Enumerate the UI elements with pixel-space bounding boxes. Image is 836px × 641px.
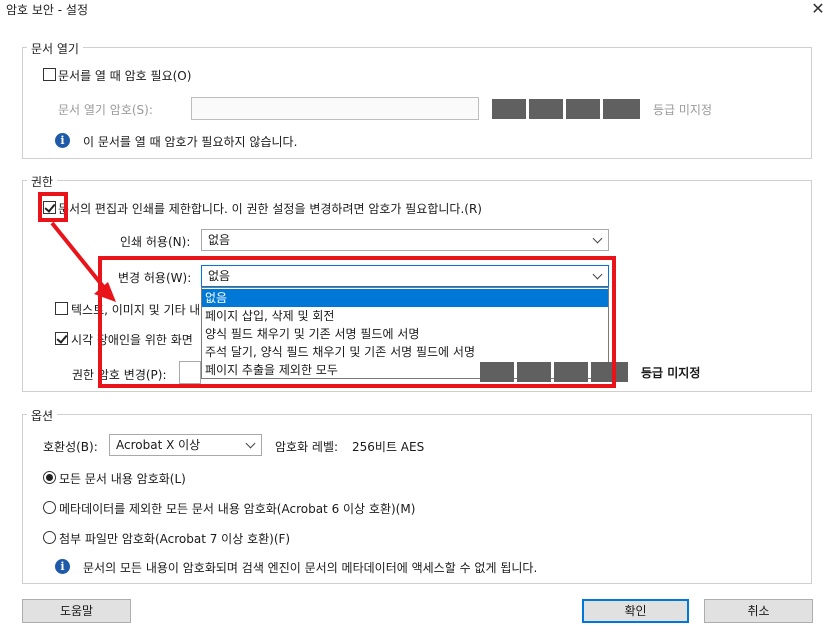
print-allowed-label: 인쇄 허용(N):: [120, 235, 191, 249]
perm-strength-bar-2: [517, 362, 551, 382]
perm-group-label: 권한: [27, 173, 58, 190]
open-strength-text: 등급 미지정: [653, 103, 713, 117]
encrypt-attach-label: 첨부 파일만 암호화(Acrobat 7 이상 호환)(F): [59, 532, 291, 546]
cancel-button[interactable]: 취소: [704, 599, 813, 623]
screen-reader-checkbox[interactable]: [55, 332, 68, 345]
open-group-label: 문서 열기: [27, 40, 83, 57]
help-button[interactable]: 도움말: [22, 599, 131, 623]
close-icon[interactable]: ✕: [806, 0, 830, 20]
perm-strength-bar-1: [480, 362, 514, 382]
chevron-down-icon: [244, 435, 258, 455]
print-allowed-select[interactable]: 없음: [201, 229, 609, 251]
compat-label: 호환성(B):: [43, 440, 98, 454]
options-group-label: 옵션: [27, 407, 58, 424]
enc-level-value: 256비트 AES: [352, 440, 425, 454]
chevron-down-icon: [591, 266, 605, 286]
info-icon: i: [55, 559, 70, 574]
dropdown-option[interactable]: 양식 필드 채우기 및 기존 서명 필드에 서명: [202, 325, 608, 343]
change-allowed-label: 변경 허용(W):: [118, 271, 192, 285]
dropdown-option[interactable]: 주석 달기, 양식 필드 채우기 및 기존 서명 필드에 서명: [202, 343, 608, 361]
text-copy-checkbox[interactable]: [55, 302, 68, 315]
perm-strength-text: 등급 미지정: [641, 366, 701, 380]
options-info-text: 문서의 모든 내용이 암호화되며 검색 엔진이 문서의 메타데이터에 액세스할 …: [83, 561, 538, 575]
text-copy-label: 텍스트, 이미지 및 기타 내: [71, 303, 199, 317]
open-strength-bar-2: [529, 99, 563, 119]
perm-pw-label: 권한 암호 변경(P):: [72, 368, 167, 382]
compat-value: Acrobat X 이상: [116, 438, 201, 452]
open-strength-bar-4: [603, 99, 640, 119]
restrict-edit-label: 문서의 편집과 인쇄를 제한합니다. 이 권한 설정을 변경하려면 암호가 필요…: [58, 202, 482, 216]
dropdown-option[interactable]: 없음: [202, 289, 608, 307]
print-allowed-value: 없음: [208, 233, 231, 247]
restrict-edit-checkbox[interactable]: [43, 201, 56, 214]
perm-strength-bar-4: [591, 362, 628, 382]
require-open-pw-label: 문서를 열 때 암호 필요(O): [58, 69, 192, 83]
compat-select[interactable]: Acrobat X 이상: [109, 434, 262, 456]
ok-button[interactable]: 확인: [582, 599, 689, 623]
open-pw-field-label: 문서 열기 암호(S):: [58, 103, 153, 117]
change-allowed-value: 없음: [208, 269, 231, 283]
chevron-down-icon: [591, 230, 605, 250]
screen-reader-label: 시각 장애인을 위한 화면: [71, 333, 193, 347]
info-icon: i: [55, 133, 70, 148]
enc-level-label: 암호화 레벨:: [275, 440, 339, 454]
open-strength-bar-3: [566, 99, 600, 119]
window-title: 암호 보안 - 설정: [6, 3, 89, 17]
encrypt-except-meta-label: 메타데이터를 제외한 모든 문서 내용 암호화(Acrobat 6 이상 호환)…: [59, 502, 416, 516]
require-open-pw-checkbox[interactable]: [43, 68, 56, 81]
change-allowed-select[interactable]: 없음: [201, 265, 609, 287]
dropdown-option[interactable]: 페이지 삽입, 삭제 및 회전: [202, 307, 608, 325]
open-pw-input[interactable]: [191, 97, 479, 120]
encrypt-attach-radio[interactable]: [43, 531, 56, 544]
open-info-text: 이 문서를 열 때 암호가 필요하지 않습니다.: [83, 135, 298, 149]
perm-pw-input[interactable]: [179, 361, 201, 384]
encrypt-except-meta-radio[interactable]: [43, 501, 56, 514]
encrypt-all-radio[interactable]: [43, 471, 56, 484]
perm-strength-bar-3: [554, 362, 588, 382]
encrypt-all-label: 모든 문서 내용 암호화(L): [59, 472, 186, 486]
open-strength-bar-1: [492, 99, 526, 119]
